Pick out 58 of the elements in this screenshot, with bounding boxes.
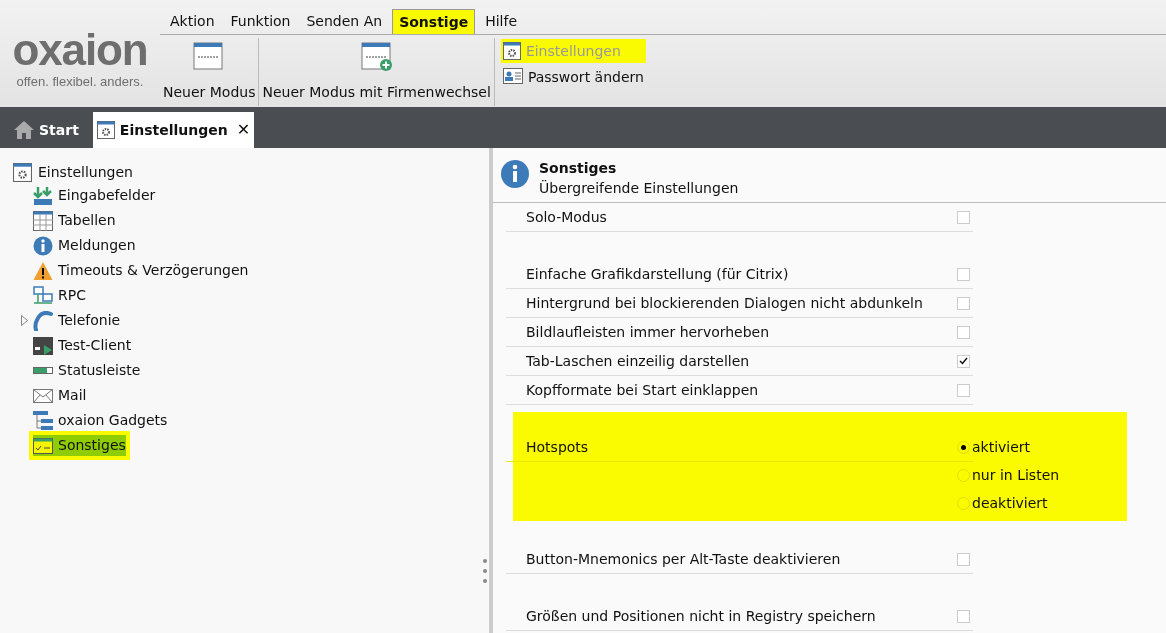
- tab[interactable]: Start: [10, 112, 83, 148]
- checkbox[interactable]: [957, 354, 970, 368]
- warning-icon: [33, 260, 53, 281]
- tab[interactable]: Einstellungen ✕: [92, 112, 255, 148]
- ribbon-button[interactable]: Neuer Modus: [160, 38, 260, 106]
- radio-label: aktiviert: [972, 437, 1031, 457]
- settings-icon: [502, 42, 521, 60]
- hierarchy-icon: [33, 410, 53, 431]
- table-icon: [33, 210, 53, 231]
- tree-root-label[interactable]: Einstellungen: [38, 161, 133, 183]
- menu-item[interactable]: Aktion: [164, 9, 221, 34]
- menu-item[interactable]: Hilfe: [479, 9, 523, 34]
- home-icon: [14, 121, 34, 139]
- logo-tagline: offen. flexibel. anders.: [16, 72, 144, 91]
- tree-item[interactable]: Test-Client: [33, 335, 132, 356]
- checkbox[interactable]: [957, 325, 970, 339]
- ribbon-button[interactable]: Neuer Modus mit Firmenwechsel: [259, 38, 495, 106]
- console-icon: [33, 335, 53, 356]
- form-icon: [33, 435, 53, 456]
- checkbox[interactable]: [957, 296, 970, 310]
- settings-icon: [96, 121, 115, 139]
- ribbon-small-button[interactable]: Passwort ändern: [500, 65, 646, 89]
- checkbox[interactable]: [957, 609, 970, 623]
- info-icon: [33, 235, 53, 256]
- radio-label: deaktiviert: [972, 493, 1048, 513]
- section-title: Sonstiges: [539, 159, 618, 178]
- tree-item[interactable]: Telefonie: [33, 310, 121, 331]
- tree-item[interactable]: Statusleiste: [33, 360, 141, 381]
- radio-label: nur in Listen: [972, 465, 1060, 485]
- tree-item[interactable]: Meldungen: [33, 235, 136, 256]
- tree-item[interactable]: oxaion Gadgets: [33, 410, 168, 431]
- checkbox[interactable]: [957, 210, 970, 224]
- close-icon[interactable]: ✕: [236, 118, 251, 142]
- tree-item[interactable]: Tabellen: [33, 210, 116, 231]
- menu-item[interactable]: Sonstige: [392, 9, 476, 34]
- section-subtitle: Übergreifende Einstellungen: [539, 179, 739, 198]
- download-icon: [33, 185, 53, 206]
- splitter-handle-icon[interactable]: [483, 558, 487, 584]
- tree-item[interactable]: Eingabefelder: [33, 185, 156, 206]
- setting-label: Hotspots: [506, 433, 973, 462]
- network-icon: [33, 285, 53, 306]
- logo-text: oxaion: [12, 27, 148, 72]
- settings-icon: [13, 162, 32, 182]
- info-icon: [501, 160, 529, 188]
- id-card-icon: [502, 68, 523, 86]
- tree-item[interactable]: Timeouts & Verzögerungen: [33, 260, 249, 281]
- window-plus-icon: [360, 42, 393, 72]
- checkbox[interactable]: [957, 267, 970, 281]
- tree-item[interactable]: Mail: [33, 385, 87, 406]
- tree-item[interactable]: RPC: [33, 285, 86, 306]
- window-icon: [193, 42, 226, 72]
- phone-icon: [33, 310, 53, 331]
- tree-item[interactable]: Sonstiges: [29, 431, 130, 460]
- menu-item[interactable]: Senden An: [300, 9, 389, 34]
- menu-item[interactable]: Funktion: [224, 9, 297, 34]
- expand-arrow-icon[interactable]: [21, 315, 28, 326]
- checkbox[interactable]: [957, 383, 970, 397]
- checkbox[interactable]: [957, 552, 970, 566]
